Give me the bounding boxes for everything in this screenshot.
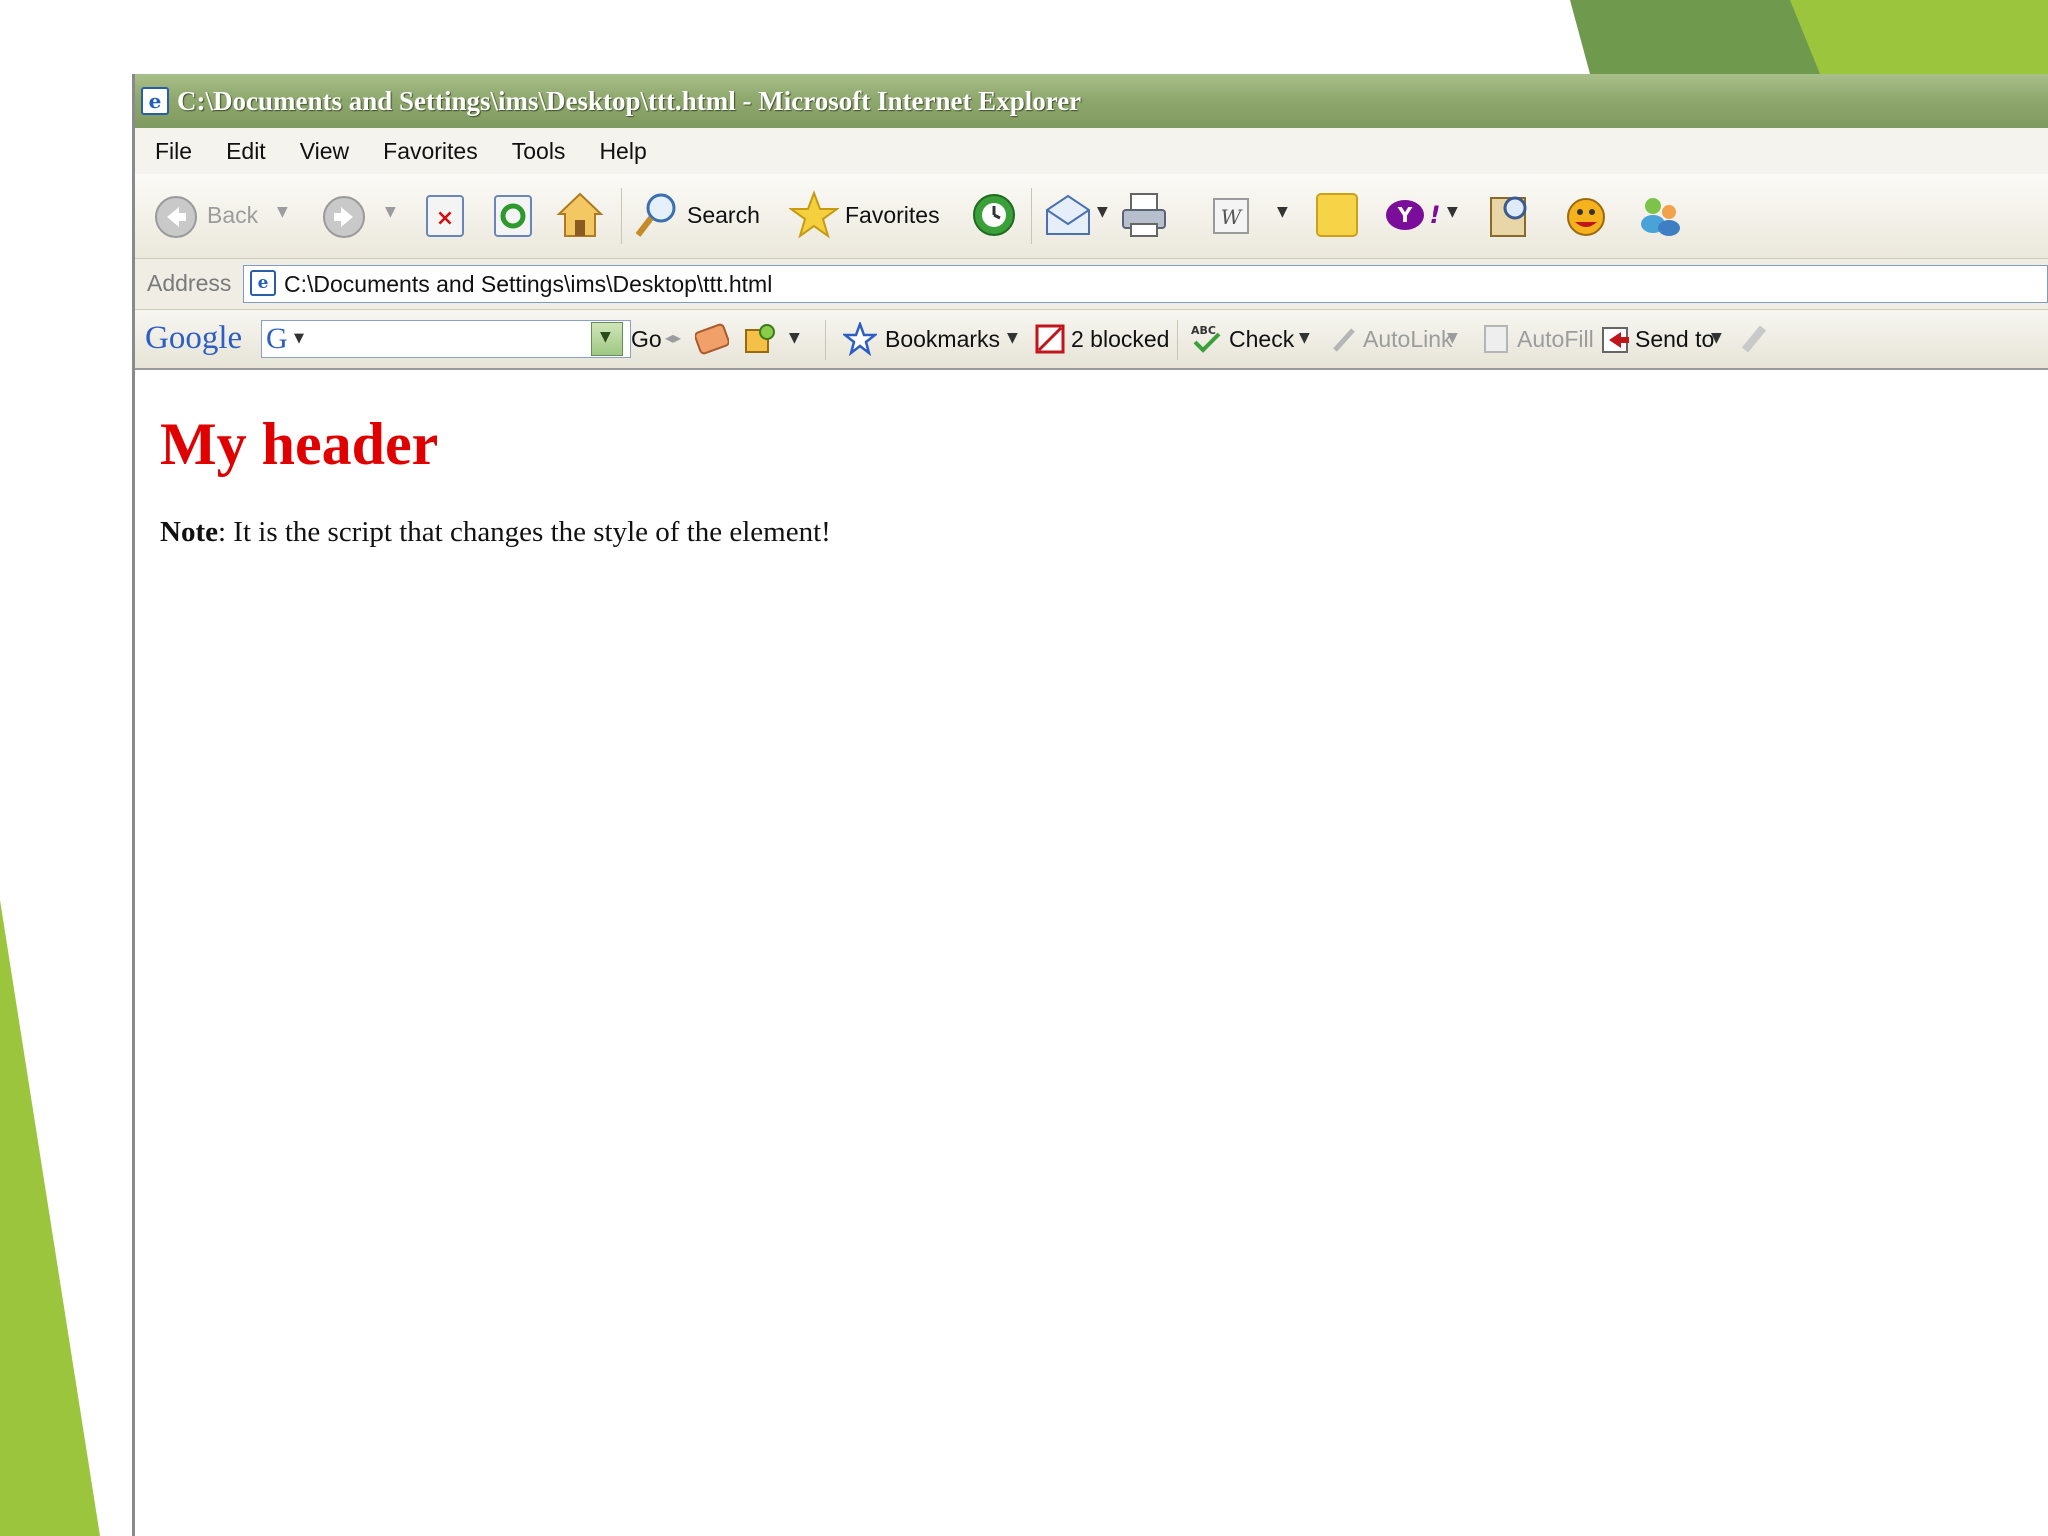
toolbar-separator <box>621 188 622 244</box>
google-toolbar: Google G ▼ ▼ Go ◂▸ ▼ Bookmarks ▼ 2 block… <box>135 310 2048 370</box>
bookmarks-dropdown-icon[interactable]: ▼ <box>1007 330 1018 346</box>
autolink-icon[interactable] <box>1329 322 1361 356</box>
note-text: : It is the script that changes the styl… <box>217 516 831 548</box>
messenger-icon[interactable] <box>1561 190 1611 240</box>
pagerank-icon[interactable] <box>695 322 729 356</box>
yahoo-icon[interactable]: Y ! <box>1383 190 1449 240</box>
forward-dropdown-icon[interactable]: ▼ <box>385 204 396 220</box>
google-search-box[interactable]: G ▼ <box>261 320 631 358</box>
note-label: Note <box>160 516 218 548</box>
menu-file[interactable]: File <box>155 138 192 165</box>
svg-text:Y: Y <box>1397 203 1413 227</box>
edit-dropdown-icon[interactable]: ▼ <box>1277 204 1288 220</box>
autofill-icon[interactable] <box>1481 322 1513 356</box>
edit-word-icon[interactable]: W <box>1211 196 1251 236</box>
browser-window: e C:\Documents and Settings\ims\Desktop\… <box>132 74 2048 1536</box>
mail-icon[interactable] <box>1043 190 1093 240</box>
toolbar-separator-2 <box>1031 188 1032 244</box>
address-label: Address <box>147 270 232 296</box>
check-button[interactable]: Check <box>1229 326 1294 353</box>
svg-text:W: W <box>1221 205 1243 229</box>
options-dropdown-icon[interactable]: ▼ <box>789 330 800 346</box>
favorites-star-icon[interactable] <box>789 190 839 240</box>
blocked-count[interactable]: 2 blocked <box>1071 326 1169 353</box>
forward-arrow-icon[interactable] <box>321 194 367 240</box>
title-bar: e C:\Documents and Settings\ims\Desktop\… <box>135 74 2048 128</box>
check-dropdown-icon[interactable]: ▼ <box>1299 330 1310 346</box>
home-icon[interactable] <box>555 190 605 240</box>
ie-logo-icon: e <box>141 87 169 115</box>
googlebar-separator <box>825 320 826 360</box>
search-icon[interactable] <box>633 190 679 240</box>
favorites-button[interactable]: Favorites <box>845 202 940 229</box>
page-content: My header Note: It is the script that ch… <box>135 370 2048 1536</box>
back-dropdown-icon[interactable]: ▼ <box>277 204 288 220</box>
research-icon[interactable] <box>1485 190 1535 240</box>
menu-edit[interactable]: Edit <box>226 138 266 165</box>
print-icon[interactable] <box>1119 190 1169 240</box>
send-to-icon[interactable] <box>1599 322 1633 356</box>
go-button[interactable]: Go <box>631 326 662 353</box>
send-to-dropdown-icon[interactable]: ▼ <box>1711 330 1722 346</box>
page-icon: e <box>250 270 276 296</box>
googlebar-separator-2 <box>1177 320 1178 360</box>
menu-tools[interactable]: Tools <box>512 138 566 165</box>
page-header: My header <box>160 411 439 477</box>
standard-toolbar: Back ▼ ▼ × Search Favorites ▼ W ▼ Y ! ▼ <box>135 174 2048 259</box>
options-icon[interactable] <box>743 322 777 356</box>
autofill-button[interactable]: AutoFill <box>1517 326 1594 353</box>
google-logo[interactable]: Google <box>145 320 242 357</box>
svg-text:×: × <box>436 206 454 231</box>
address-field[interactable]: e C:\Documents and Settings\ims\Desktop\… <box>243 265 2048 303</box>
autolink-button[interactable]: AutoLink <box>1363 326 1453 353</box>
spellcheck-icon[interactable]: ABC <box>1189 322 1225 356</box>
yahoo-dropdown-icon[interactable]: ▼ <box>1447 204 1458 220</box>
google-g-dropdown-icon[interactable]: ▼ <box>294 331 304 346</box>
notes-icon[interactable] <box>1313 190 1361 240</box>
svg-text:ABC: ABC <box>1191 324 1216 337</box>
bookmarks-button[interactable]: Bookmarks <box>885 326 1000 353</box>
people-icon[interactable] <box>1635 190 1685 240</box>
svg-text:!: ! <box>1430 201 1441 229</box>
page-note: Note: It is the script that changes the … <box>160 516 831 549</box>
back-label: Back <box>207 202 259 228</box>
address-input[interactable]: C:\Documents and Settings\ims\Desktop\tt… <box>284 271 772 298</box>
popup-blocker-icon[interactable] <box>1033 322 1067 356</box>
google-search-dropdown[interactable]: ▼ <box>591 322 623 356</box>
slide-accent-top-light <box>1790 0 2048 74</box>
highlighter-icon[interactable] <box>1739 322 1771 356</box>
menu-help[interactable]: Help <box>599 138 646 165</box>
menu-bar: File Edit View Favorites Tools Help <box>135 128 2048 175</box>
back-arrow-icon <box>155 196 197 238</box>
google-g-icon: G <box>266 322 288 355</box>
slide-accent-left <box>0 900 100 1536</box>
back-button[interactable]: Back <box>153 194 263 238</box>
search-button[interactable]: Search <box>687 202 760 229</box>
menu-favorites[interactable]: Favorites <box>383 138 478 165</box>
arrows-icon: ◂▸ <box>665 328 682 347</box>
send-to-button[interactable]: Send to <box>1635 326 1714 353</box>
chevron-down-icon: ▼ <box>600 329 611 345</box>
bookmarks-star-icon[interactable] <box>843 322 877 356</box>
menu-view[interactable]: View <box>300 138 349 165</box>
window-title: C:\Documents and Settings\ims\Desktop\tt… <box>177 85 1082 116</box>
address-bar: Address e C:\Documents and Settings\ims\… <box>135 259 2048 310</box>
history-icon[interactable] <box>969 190 1019 240</box>
stop-icon[interactable]: × <box>425 194 465 238</box>
refresh-icon[interactable] <box>493 194 533 238</box>
mail-dropdown-icon[interactable]: ▼ <box>1097 204 1108 220</box>
autolink-dropdown-icon[interactable]: ▼ <box>1447 330 1458 346</box>
